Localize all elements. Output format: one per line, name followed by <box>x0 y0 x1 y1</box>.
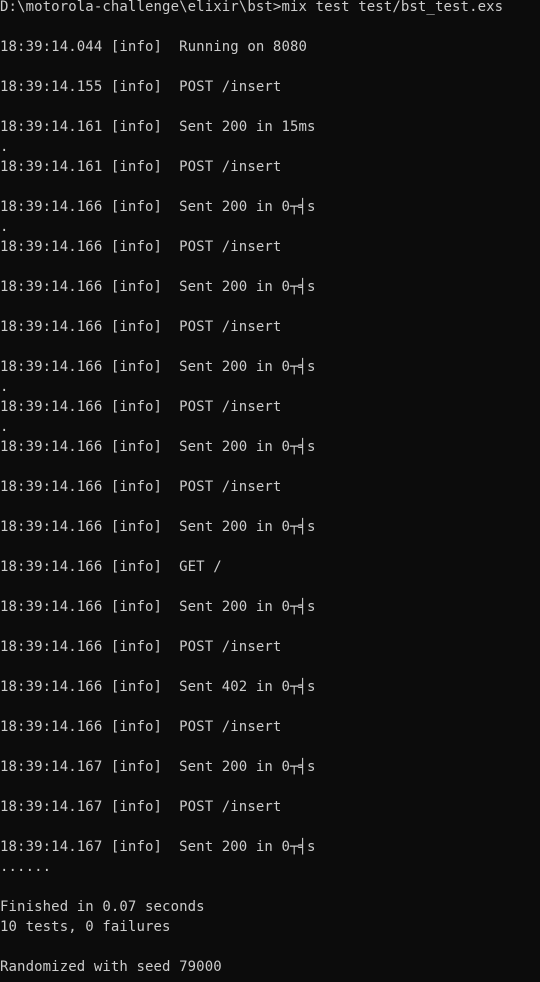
terminal-line: 18:39:14.167 [info] Sent 200 in 0┬╡s <box>0 839 316 855</box>
terminal-output[interactable]: D:\motorola-challenge\elixir\bst>mix tes… <box>0 0 540 982</box>
terminal-line: 18:39:14.166 [info] GET / <box>0 559 222 575</box>
terminal-line: 18:39:14.166 [info] Sent 200 in 0┬╡s <box>0 519 316 535</box>
terminal-line: ...... <box>0 859 52 875</box>
terminal-line: . <box>0 419 9 435</box>
terminal-line: 18:39:14.166 [info] Sent 402 in 0┬╡s <box>0 679 316 695</box>
terminal-line: 18:39:14.166 [info] POST /insert <box>0 399 282 415</box>
terminal-line: 10 tests, 0 failures <box>0 919 171 935</box>
terminal-line: 18:39:14.166 [info] Sent 200 in 0┬╡s <box>0 359 316 375</box>
terminal-line: 18:39:14.166 [info] POST /insert <box>0 239 282 255</box>
terminal-line: 18:39:14.166 [info] Sent 200 in 0┬╡s <box>0 599 316 615</box>
terminal-line: . <box>0 379 9 395</box>
terminal-line: 18:39:14.166 [info] Sent 200 in 0┬╡s <box>0 199 316 215</box>
terminal-line: . <box>0 219 9 235</box>
terminal-line: 18:39:14.166 [info] POST /insert <box>0 639 282 655</box>
terminal-line: 18:39:14.155 [info] POST /insert <box>0 79 282 95</box>
terminal-line: 18:39:14.166 [info] POST /insert <box>0 719 282 735</box>
terminal-line: 18:39:14.166 [info] POST /insert <box>0 319 282 335</box>
command-prompt-line: D:\motorola-challenge\elixir\bst>mix tes… <box>0 0 504 15</box>
terminal-line: Finished in 0.07 seconds <box>0 899 205 915</box>
terminal-line: 18:39:14.166 [info] POST /insert <box>0 479 282 495</box>
terminal-line: 18:39:14.166 [info] Sent 200 in 0┬╡s <box>0 439 316 455</box>
terminal-line: 18:39:14.166 [info] Sent 200 in 0┬╡s <box>0 279 316 295</box>
terminal-line: 18:39:14.044 [info] Running on 8080 <box>0 39 308 55</box>
terminal-line: 18:39:14.161 [info] Sent 200 in 15ms <box>0 119 316 135</box>
terminal-line: . <box>0 139 9 155</box>
terminal-line: 18:39:14.167 [info] Sent 200 in 0┬╡s <box>0 759 316 775</box>
terminal-line: 18:39:14.167 [info] POST /insert <box>0 799 282 815</box>
terminal-line: Randomized with seed 79000 <box>0 959 222 975</box>
terminal-line: 18:39:14.161 [info] POST /insert <box>0 159 282 175</box>
